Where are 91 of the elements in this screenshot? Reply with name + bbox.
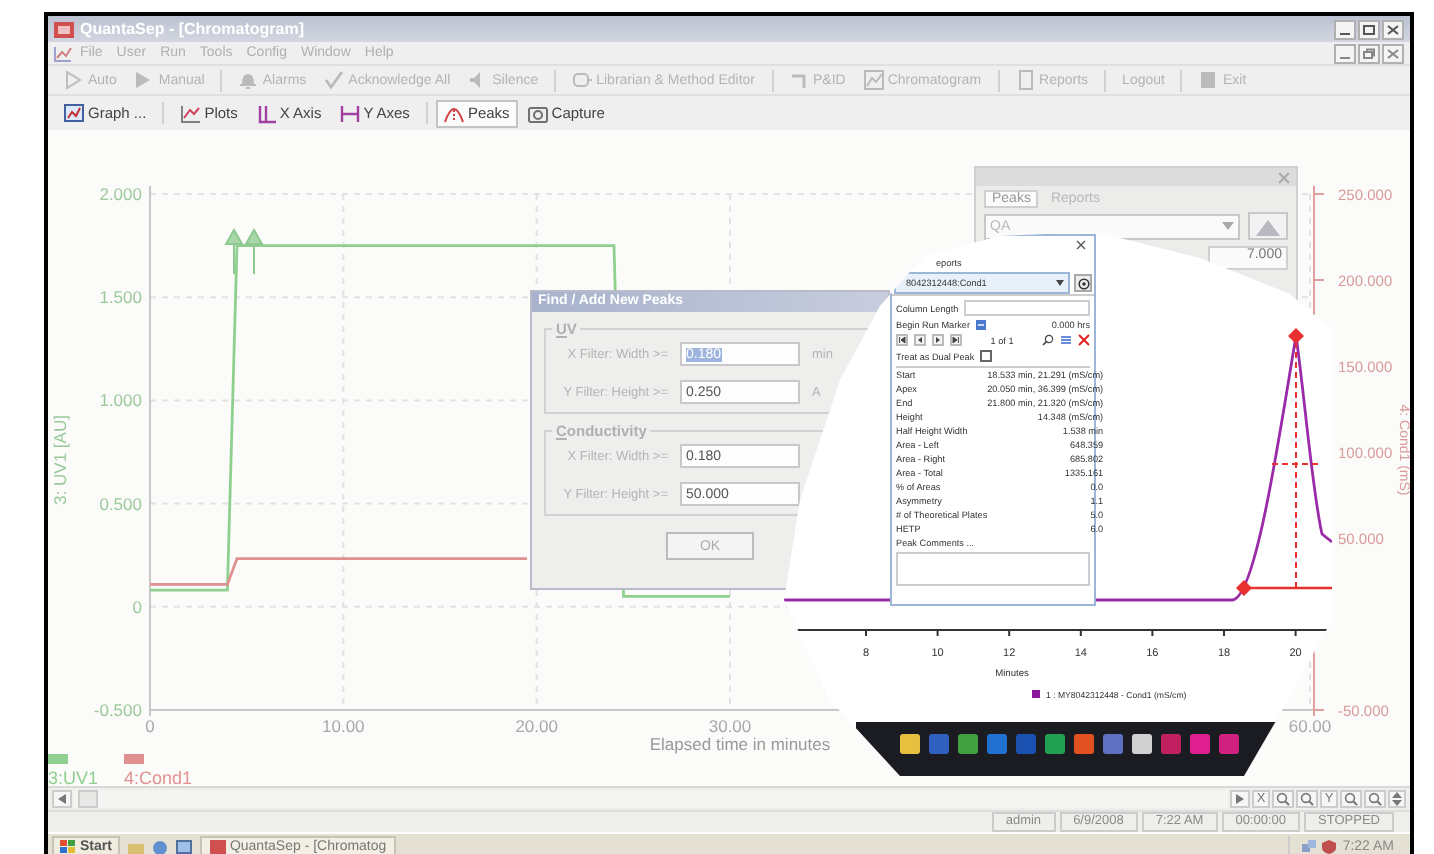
globe-icon[interactable] (151, 839, 168, 854)
y-axes-icon (339, 103, 360, 123)
book-icon (572, 70, 593, 90)
first-page-icon (898, 336, 906, 344)
legend-label: 3:UV1 (48, 768, 99, 786)
minimize-button[interactable] (1334, 43, 1356, 63)
checkbox[interactable] (980, 350, 993, 362)
checkmark-icon (324, 70, 345, 90)
app-icon (209, 840, 226, 854)
flag-icon (60, 840, 76, 854)
scroll-left-button[interactable] (52, 790, 72, 808)
caret-icon (1222, 222, 1234, 230)
input-field[interactable] (964, 300, 1090, 316)
door-icon (1198, 70, 1219, 90)
close-icon (1386, 23, 1400, 35)
zoom-icon (1300, 792, 1314, 806)
maximize-button[interactable] (1358, 19, 1380, 39)
comments-field[interactable] (896, 552, 1090, 586)
document-icon (1015, 70, 1036, 90)
caret-icon (1056, 280, 1064, 286)
close-icon (1386, 47, 1400, 59)
y-tick-label: 0.500 (99, 493, 142, 514)
shield-icon[interactable] (1322, 840, 1337, 854)
chart-icon (863, 70, 884, 90)
window-icon[interactable] (175, 839, 192, 854)
target-icon (1077, 277, 1089, 289)
zoom-out-button[interactable] (1296, 790, 1318, 808)
find-peaks-button[interactable] (1248, 212, 1288, 240)
last-page-button[interactable] (950, 334, 962, 346)
close-button[interactable] (1382, 19, 1404, 39)
x-tick-label: 10.00 (322, 716, 365, 736)
camera-icon (527, 103, 548, 123)
up-down-arrows-icon (1392, 792, 1402, 806)
legend-swatch (124, 754, 144, 764)
window-title: QuantaSep - [Chromatogram] (80, 20, 305, 38)
axis-title: 3: UV1 [AU] (50, 415, 70, 505)
zoom-icon (1368, 792, 1382, 806)
maximize-icon (1362, 23, 1376, 35)
next-button[interactable] (932, 334, 944, 346)
legend-label: 4:Cond1 (124, 768, 193, 786)
restore-button[interactable] (1358, 43, 1380, 63)
peak-marker-icon (244, 228, 264, 275)
x-tick-label: 0 (145, 716, 155, 736)
pipe-icon (789, 70, 809, 90)
left-arrow-icon (58, 794, 66, 804)
next-icon (934, 336, 942, 344)
minimize-button[interactable] (1334, 19, 1356, 39)
app-icon (54, 21, 74, 37)
delete-icon[interactable] (1078, 334, 1090, 346)
zoom-icon (1344, 792, 1358, 806)
outline-play-icon (64, 70, 84, 90)
y-tick-label: 1.500 (99, 287, 142, 308)
last-page-icon (952, 336, 960, 344)
marker-icon[interactable] (976, 319, 987, 329)
y-tick-label: 0 (132, 596, 142, 617)
first-page-button[interactable] (896, 334, 908, 346)
x-axis-icon (255, 103, 276, 123)
x-tick-label: 20.00 (515, 716, 558, 736)
y-tick-label: 2.000 (99, 184, 142, 204)
network-icon[interactable] (1302, 840, 1317, 854)
peak-icon (1256, 217, 1280, 235)
scroll-thumb[interactable] (78, 790, 98, 808)
x-tick-label: 60.00 (1288, 716, 1332, 736)
zoom-in-button[interactable] (1272, 790, 1294, 808)
search-icon[interactable] (1042, 334, 1054, 346)
restore-icon (1362, 47, 1376, 59)
x-tick-label: 30.00 (708, 716, 752, 736)
previous-icon (916, 336, 924, 344)
close-button[interactable] (1382, 43, 1404, 63)
right-arrow-icon (1236, 794, 1244, 804)
previous-button[interactable] (914, 334, 926, 346)
zoom-icon (1276, 792, 1290, 806)
axis-title: Elapsed time in minutes (649, 734, 831, 754)
legend-swatch (1032, 690, 1040, 698)
peak-marker-icon (224, 228, 244, 275)
close-icon[interactable] (1076, 240, 1086, 250)
zoom-in-button[interactable] (1340, 790, 1362, 808)
chart-icon (54, 45, 72, 61)
y-tick-label: 1.000 (99, 390, 142, 411)
line-chart-icon (180, 103, 201, 123)
chart-window-icon (64, 103, 84, 123)
y-tick-label: -0.500 (93, 700, 142, 720)
marker-button[interactable] (1074, 274, 1092, 292)
bell-icon (238, 70, 259, 90)
scroll-right-button[interactable] (1230, 790, 1250, 808)
peak-icon (443, 103, 464, 123)
play-icon (134, 70, 155, 90)
spin-button[interactable] (1388, 790, 1406, 808)
zoom-out-button[interactable] (1364, 790, 1386, 808)
list-icon[interactable] (1060, 334, 1072, 346)
legend-swatch (48, 754, 68, 764)
